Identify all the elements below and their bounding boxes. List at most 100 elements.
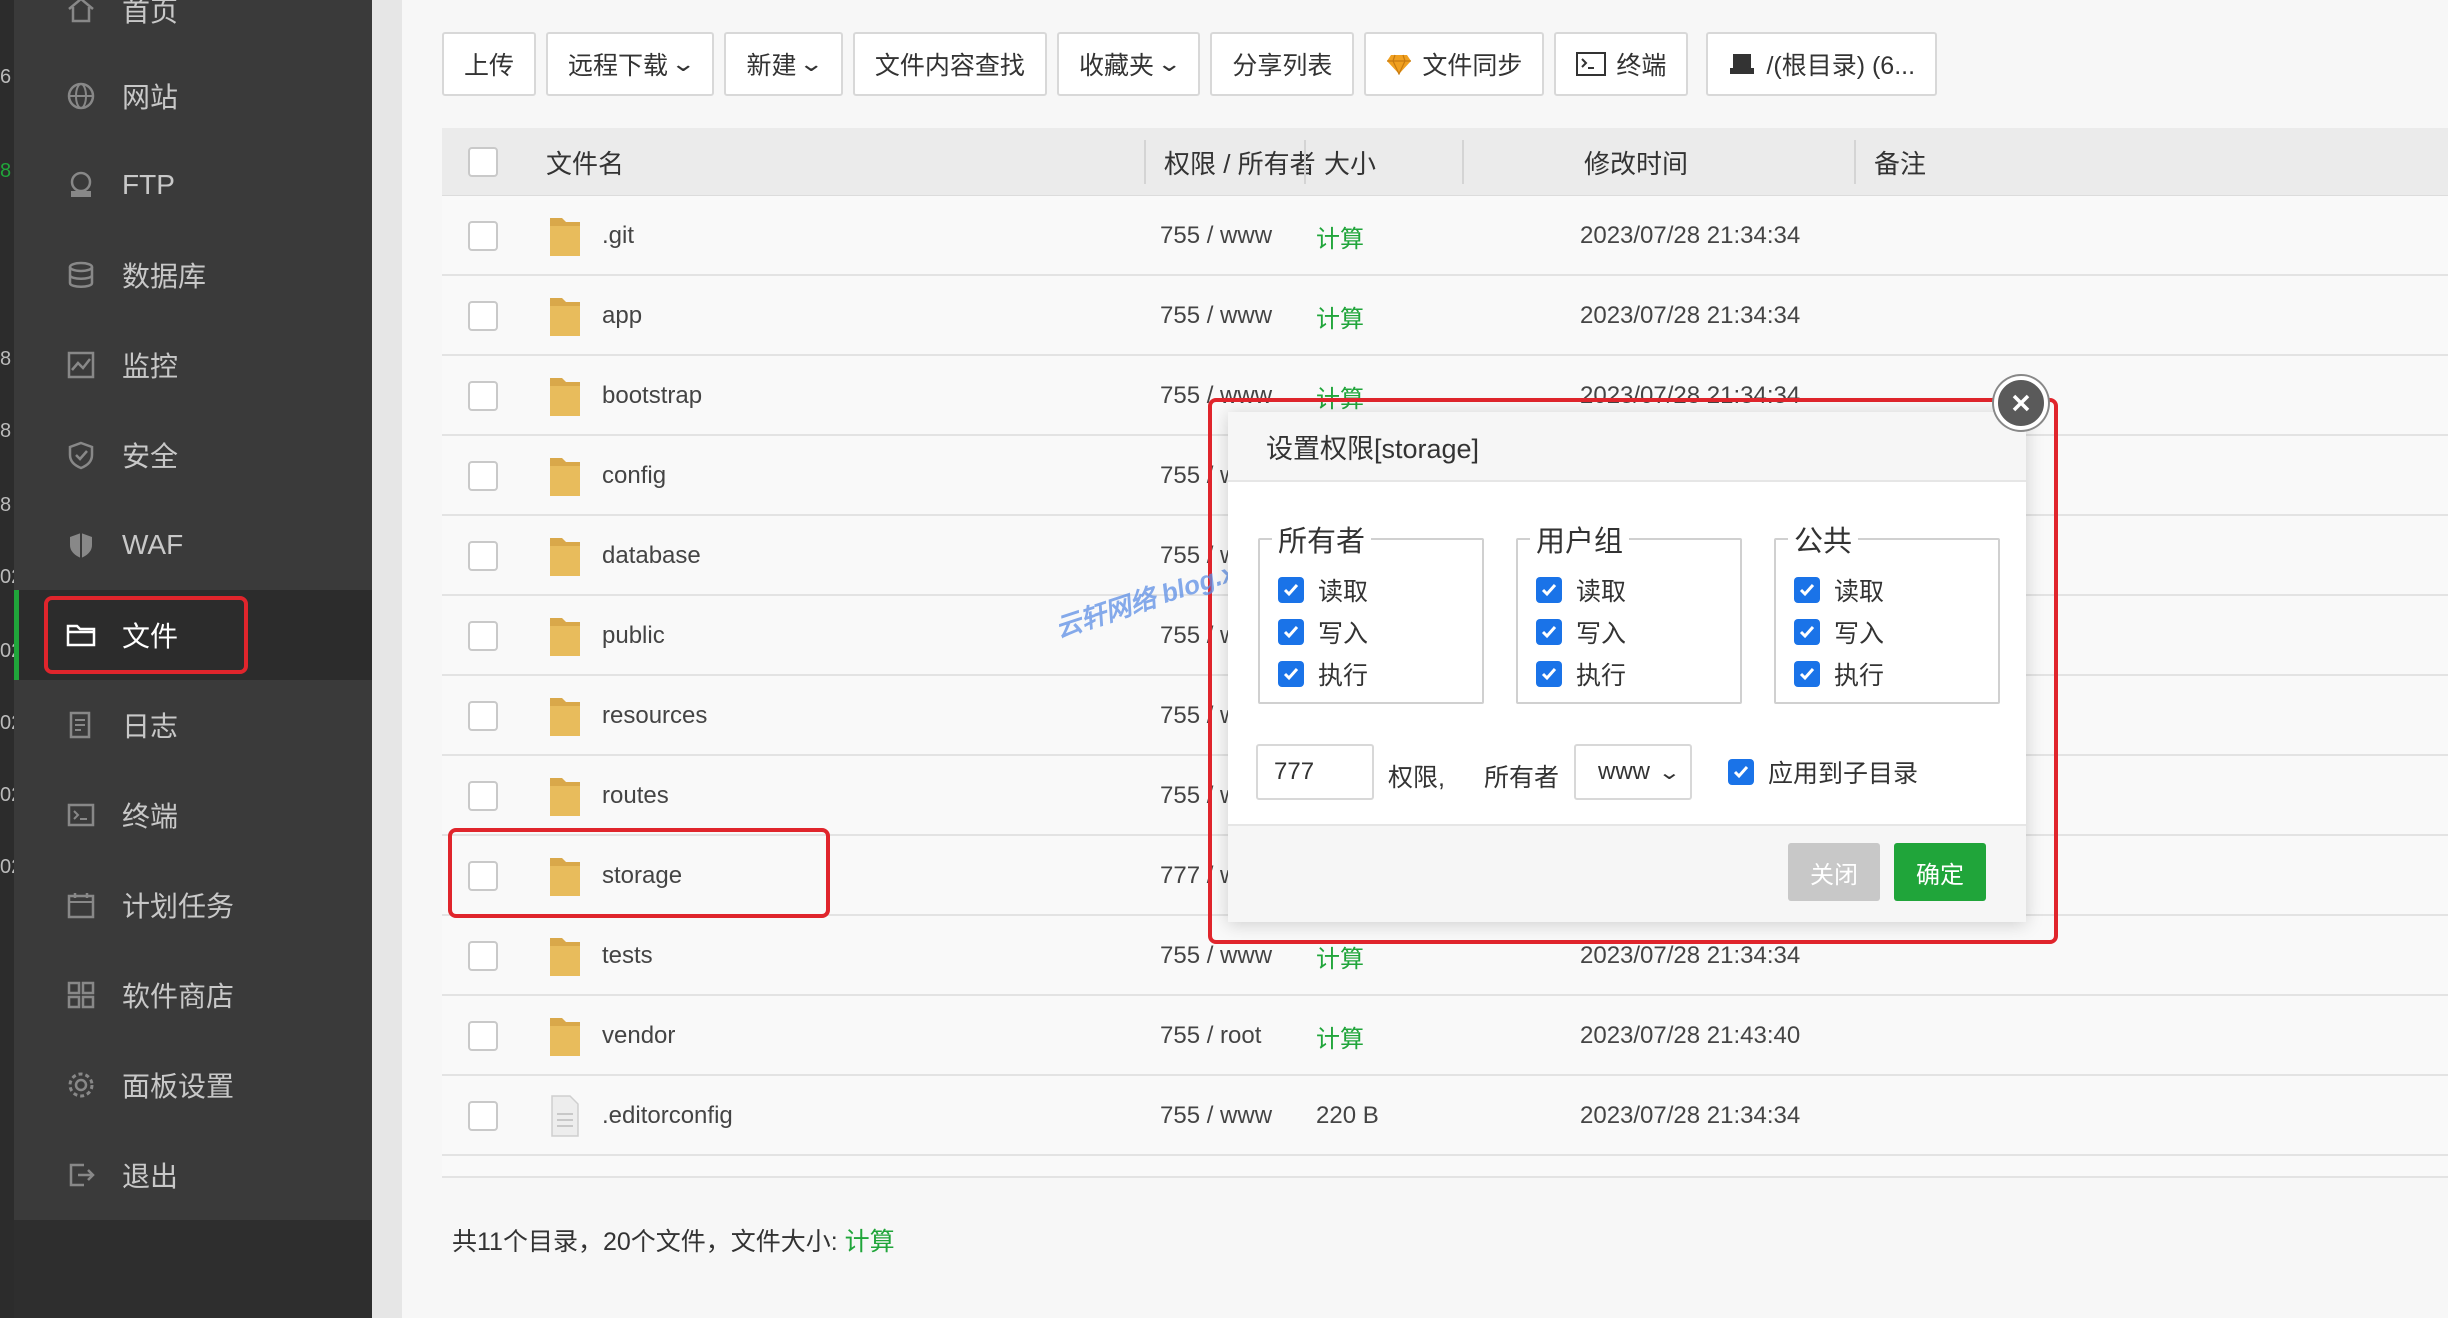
- sidebar-item-database[interactable]: 数据库: [14, 230, 372, 320]
- confirm-button[interactable]: 确定: [1894, 843, 1986, 901]
- file-size[interactable]: 计算: [1316, 996, 1364, 1076]
- monitor-icon: [64, 348, 98, 382]
- sidebar-item-settings[interactable]: 面板设置: [14, 1040, 372, 1130]
- file-name[interactable]: routes: [602, 756, 669, 836]
- checkbox-label: 执行: [1834, 662, 1885, 690]
- remote-download-button[interactable]: 远程下载 ⌄: [546, 32, 715, 96]
- row-checkbox[interactable]: [468, 436, 498, 516]
- home-icon: [64, 0, 98, 27]
- table-row-partial: [442, 1156, 2448, 1178]
- sidebar-item-security[interactable]: 安全: [14, 410, 372, 500]
- col-mtime[interactable]: 修改时间: [1584, 128, 1688, 196]
- footer-calc-link[interactable]: 计算: [845, 1228, 895, 1256]
- row-checkbox[interactable]: [468, 756, 498, 836]
- file-mtime: 2023/07/28 21:34:34: [1580, 302, 1801, 329]
- file-perm[interactable]: 755 / www: [1160, 196, 1272, 276]
- row-checkbox[interactable]: [468, 1076, 498, 1156]
- terminal-button[interactable]: 终端: [1554, 32, 1689, 96]
- share-list-button[interactable]: 分享列表: [1210, 32, 1355, 96]
- row-checkbox[interactable]: [468, 596, 498, 676]
- file-name[interactable]: tests: [602, 916, 653, 996]
- folder-icon: [548, 596, 582, 676]
- close-button[interactable]: 关闭: [1788, 843, 1880, 901]
- col-perm[interactable]: 权限 / 所有者: [1164, 128, 1316, 196]
- content-search-button[interactable]: 文件内容查找: [852, 32, 1047, 96]
- owner-select[interactable]: www ⌄: [1574, 744, 1692, 800]
- close-icon[interactable]: [1994, 376, 2048, 430]
- group-write-checkbox[interactable]: 写入: [1536, 614, 1626, 650]
- table-row[interactable]: vendor 755 / root 计算 2023/07/28 21:43:40: [442, 996, 2448, 1076]
- checkbox-label: 写入: [1834, 620, 1885, 648]
- file-perm[interactable]: 755 / root: [1160, 996, 1261, 1076]
- folder-icon: [548, 996, 582, 1076]
- permission-value-input[interactable]: 777: [1256, 744, 1374, 800]
- row-checkbox[interactable]: [468, 516, 498, 596]
- owner-read-checkbox[interactable]: 读取: [1278, 572, 1368, 608]
- new-label: 新建: [746, 52, 797, 80]
- table-row[interactable]: app 755 / www 计算 2023/07/28 21:34:34: [442, 276, 2448, 356]
- row-checkbox[interactable]: [468, 916, 498, 996]
- file-name[interactable]: .editorconfig: [602, 1076, 733, 1156]
- disk-button[interactable]: /(根目录) (6...: [1706, 32, 1938, 96]
- new-button[interactable]: 新建 ⌄: [724, 32, 843, 96]
- sidebar-item-home[interactable]: 首页: [14, 0, 372, 55]
- owner-exec-checkbox[interactable]: 执行: [1278, 656, 1368, 692]
- upload-button[interactable]: 上传: [442, 32, 537, 96]
- sidebar-item-terminal[interactable]: 终端: [14, 770, 372, 860]
- fieldset-legend: 用户组: [1530, 518, 1630, 560]
- table-row[interactable]: .git 755 / www 计算 2023/07/28 21:34:34: [442, 196, 2448, 276]
- file-name[interactable]: vendor: [602, 996, 675, 1076]
- log-icon: [64, 708, 98, 742]
- sidebar-item-cron[interactable]: 计划任务: [14, 860, 372, 950]
- public-write-checkbox[interactable]: 写入: [1794, 614, 1884, 650]
- table-row[interactable]: .editorconfig 755 / www 220 B 2023/07/28 21…: [442, 1076, 2448, 1156]
- file-name[interactable]: config: [602, 436, 666, 516]
- sidebar-item-logout[interactable]: 退出: [14, 1130, 372, 1220]
- sidebar-item-monitor[interactable]: 监控: [14, 320, 372, 410]
- file-size[interactable]: 计算: [1316, 196, 1364, 276]
- sidebar-item-label: WAF: [122, 529, 184, 560]
- row-checkbox[interactable]: [468, 676, 498, 756]
- row-checkbox[interactable]: [468, 996, 498, 1076]
- file-name[interactable]: bootstrap: [602, 356, 702, 436]
- public-read-checkbox[interactable]: 读取: [1794, 572, 1884, 608]
- row-checkbox[interactable]: [468, 196, 498, 276]
- logout-icon: [64, 1158, 98, 1192]
- ftp-icon: [64, 168, 98, 202]
- group-read-checkbox[interactable]: 读取: [1536, 572, 1626, 608]
- diamond-icon: [1386, 53, 1412, 75]
- sidebar-item-logs[interactable]: 日志: [14, 680, 372, 770]
- file-name[interactable]: database: [602, 516, 701, 596]
- disk-label: /(根目录) (6...: [1766, 52, 1916, 80]
- sidebar-item-label: 计划任务: [122, 891, 235, 922]
- edge-digit: 8: [0, 420, 12, 442]
- group-exec-checkbox[interactable]: 执行: [1536, 656, 1626, 692]
- file-name[interactable]: public: [602, 596, 665, 676]
- col-size[interactable]: 大小: [1324, 128, 1376, 196]
- file-perm[interactable]: 755 / www: [1160, 1076, 1272, 1156]
- sidebar-item-waf[interactable]: WAF: [14, 500, 372, 590]
- owner-write-checkbox[interactable]: 写入: [1278, 614, 1368, 650]
- file-name[interactable]: app: [602, 276, 642, 356]
- select-all-checkbox[interactable]: [468, 128, 498, 196]
- public-exec-checkbox[interactable]: 执行: [1794, 656, 1884, 692]
- owner-label: 所有者: [1484, 764, 1560, 792]
- sidebar-item-store[interactable]: 软件商店: [14, 950, 372, 1040]
- sidebar-item-label: 网站: [122, 82, 179, 113]
- file-name[interactable]: .git: [602, 196, 634, 276]
- file-name[interactable]: resources: [602, 676, 707, 756]
- row-checkbox[interactable]: [468, 356, 498, 436]
- favorites-button[interactable]: 收藏夹 ⌄: [1056, 32, 1201, 96]
- file-size[interactable]: 计算: [1316, 276, 1364, 356]
- file-icon: [548, 1076, 582, 1156]
- file-perm[interactable]: 755 / www: [1160, 276, 1272, 356]
- column-divider: [1854, 140, 1856, 184]
- col-name[interactable]: 文件名: [546, 128, 624, 196]
- sidebar-item-ftp[interactable]: FTP: [14, 140, 372, 230]
- file-sync-button[interactable]: 文件同步: [1364, 32, 1545, 96]
- sidebar-item-website[interactable]: 网站: [14, 51, 372, 141]
- sidebar-item-label: 软件商店: [122, 981, 235, 1012]
- row-checkbox[interactable]: [468, 276, 498, 356]
- apply-subdir-checkbox[interactable]: 应用到子目录: [1728, 754, 1918, 790]
- column-divider: [1462, 140, 1464, 184]
